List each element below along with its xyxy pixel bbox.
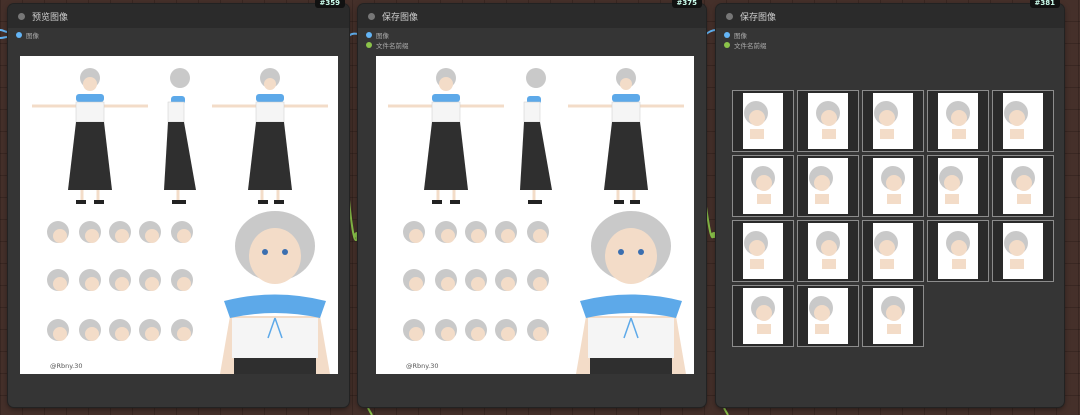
node-header[interactable]: 预览图像 <box>8 4 349 28</box>
input-label: 文件名前缀 <box>734 42 767 50</box>
character-sheet-image <box>32 68 330 374</box>
node-title: 保存图像 <box>740 12 777 23</box>
image-thumbnail[interactable] <box>927 155 989 217</box>
image-thumbnail[interactable] <box>992 90 1054 152</box>
image-thumbnail[interactable] <box>862 220 924 282</box>
image-thumbnail[interactable] <box>732 220 794 282</box>
node-id-badge: #381 <box>1029 0 1060 8</box>
image-thumbnail-grid <box>732 90 1054 347</box>
character-sheet-image <box>388 68 686 374</box>
image-preview[interactable]: @Rbny.30 <box>376 56 694 374</box>
input-label: 文件名前缀 <box>376 42 409 50</box>
face-crop-image <box>751 296 775 334</box>
face-crop-image <box>881 166 905 204</box>
node-preview-image[interactable]: #359 预览图像 图像 @Rbny.30 <box>8 0 349 407</box>
node-id-badge: #359 <box>314 0 345 8</box>
input-label: 图像 <box>376 32 389 40</box>
image-thumbnail[interactable] <box>797 220 859 282</box>
signature-text: @Rbny.30 <box>50 362 83 370</box>
image-thumbnail[interactable] <box>992 155 1054 217</box>
input-image[interactable]: 图像 <box>358 30 706 40</box>
input-socket-icon[interactable] <box>366 32 372 38</box>
node-id-badge: #375 <box>671 0 702 8</box>
face-crop-image <box>816 101 840 139</box>
input-filename-prefix[interactable]: 文件名前缀 <box>716 40 1064 50</box>
image-thumbnail[interactable] <box>862 90 924 152</box>
image-thumbnail[interactable] <box>927 90 989 152</box>
input-socket-icon[interactable] <box>16 32 22 38</box>
face-crop-image <box>816 231 840 269</box>
node-header[interactable]: 保存图像 <box>358 4 706 28</box>
node-title: 保存图像 <box>382 12 419 23</box>
face-crop-image <box>809 296 833 334</box>
face-crop-image <box>939 166 963 204</box>
node-save-image-grid[interactable]: #381 保存图像 图像 文件名前缀 <box>716 0 1064 407</box>
face-crop-image <box>946 101 970 139</box>
input-socket-icon[interactable] <box>366 42 372 48</box>
input-label: 图像 <box>26 32 39 40</box>
face-crop-image <box>874 231 898 269</box>
node-status-dot-icon[interactable] <box>726 12 733 20</box>
input-socket-icon[interactable] <box>724 42 730 48</box>
face-crop-image <box>881 296 905 334</box>
node-header[interactable]: 保存图像 <box>716 4 1064 28</box>
face-crop-image <box>809 166 833 204</box>
face-crop-image <box>744 231 768 269</box>
image-thumbnail[interactable] <box>992 220 1054 282</box>
image-thumbnail[interactable] <box>797 285 859 347</box>
image-thumbnail[interactable] <box>862 285 924 347</box>
signature-text: @Rbny.30 <box>406 362 439 370</box>
image-thumbnail[interactable] <box>797 155 859 217</box>
input-image[interactable]: 图像 <box>716 30 1064 40</box>
input-filename-prefix[interactable]: 文件名前缀 <box>358 40 706 50</box>
image-thumbnail[interactable] <box>927 220 989 282</box>
face-crop-image <box>946 231 970 269</box>
face-crop-image <box>1004 101 1028 139</box>
face-crop-image <box>1004 231 1028 269</box>
node-status-dot-icon[interactable] <box>18 12 25 20</box>
image-thumbnail[interactable] <box>732 155 794 217</box>
face-crop-image <box>751 166 775 204</box>
face-crop-image <box>744 101 768 139</box>
face-crop-image <box>1011 166 1035 204</box>
image-preview[interactable]: @Rbny.30 <box>20 56 338 374</box>
node-status-dot-icon[interactable] <box>368 12 375 20</box>
image-thumbnail[interactable] <box>732 90 794 152</box>
input-socket-icon[interactable] <box>724 32 730 38</box>
node-title: 预览图像 <box>32 12 69 23</box>
image-thumbnail[interactable] <box>797 90 859 152</box>
input-image[interactable]: 图像 <box>8 30 349 40</box>
image-thumbnail[interactable] <box>732 285 794 347</box>
image-thumbnail[interactable] <box>862 155 924 217</box>
input-label: 图像 <box>734 32 747 40</box>
node-save-image[interactable]: #375 保存图像 图像 文件名前缀 @Rbny.30 <box>358 0 706 407</box>
face-crop-image <box>874 101 898 139</box>
